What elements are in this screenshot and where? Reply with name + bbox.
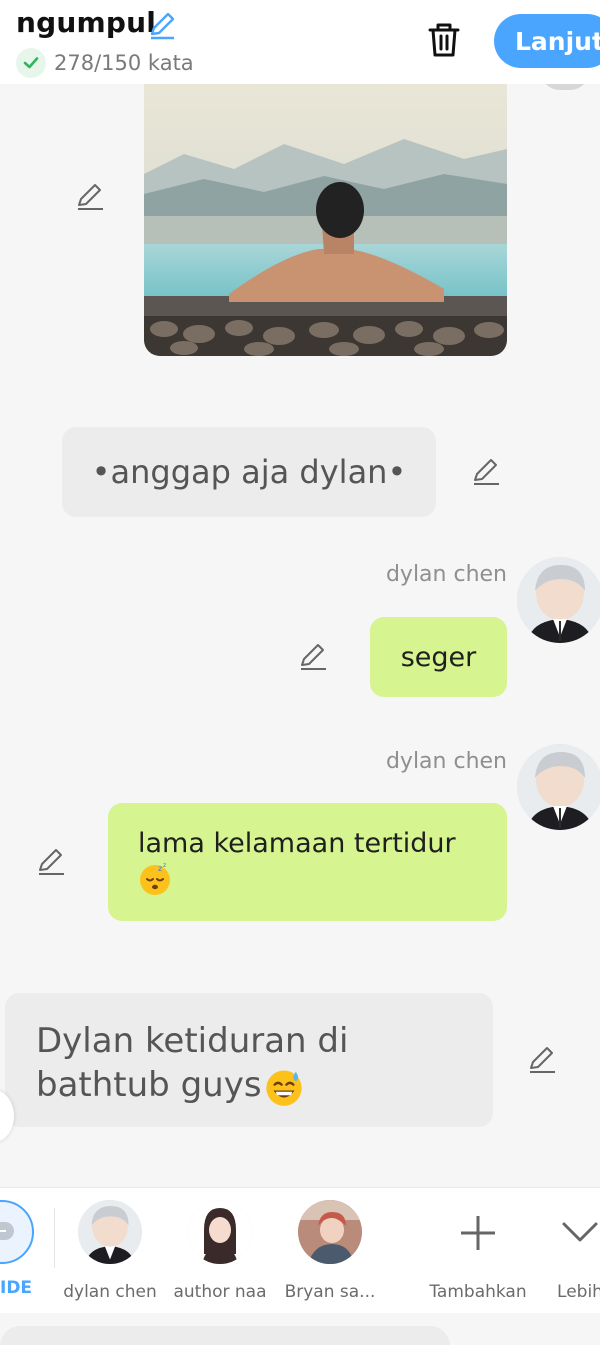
edit-icon[interactable]: [74, 181, 106, 213]
word-count: 278/150 kata: [16, 48, 194, 78]
more-button[interactable]: Lebih: [525, 1200, 600, 1302]
message-text: seger: [400, 641, 477, 673]
edit-icon[interactable]: [526, 1044, 558, 1076]
chevron-down-icon: [562, 1222, 598, 1242]
story-chat-editor: ngumpul 278/150 kata Lanjut •anggap aja …: [0, 0, 600, 1345]
story-title[interactable]: ngumpul: [16, 6, 156, 39]
trash-icon[interactable]: [424, 20, 464, 60]
svg-text:z: z: [158, 864, 162, 873]
edit-icon[interactable]: [35, 846, 67, 878]
message-bubble[interactable]: seger: [370, 617, 507, 697]
add-character-button[interactable]: Tambahkan: [423, 1200, 533, 1302]
avatar[interactable]: [517, 557, 600, 643]
more-label: Lebih: [557, 1282, 600, 1302]
sleeping-face-icon: z z: [140, 862, 170, 895]
chat-icon: [0, 1222, 14, 1240]
message-text: lama kelamaan tertidur: [138, 828, 456, 859]
guide-label: IDE: [0, 1278, 33, 1298]
message-input[interactable]: [0, 1326, 450, 1345]
edit-icon[interactable]: [297, 641, 329, 673]
sender-name: dylan chen: [385, 562, 507, 587]
character-item[interactable]: Bryan sa...: [275, 1200, 385, 1302]
plus-icon: [461, 1216, 495, 1250]
svg-text:z: z: [163, 862, 166, 869]
guide-button[interactable]: [0, 1200, 34, 1264]
character-name: author naa: [173, 1282, 267, 1302]
sender-name: dylan chen: [385, 749, 507, 774]
character-item[interactable]: author naa: [165, 1200, 275, 1302]
avatar[interactable]: [517, 744, 600, 830]
message-bubble[interactable]: lama kelamaan tertidur z z: [108, 803, 507, 921]
avatar: [188, 1200, 252, 1264]
character-bar: IDE dylan chen author naa Bryan sa... Ta…: [0, 1187, 600, 1314]
avatar: [78, 1200, 142, 1264]
character-item[interactable]: dylan chen: [55, 1200, 165, 1302]
check-icon: [16, 48, 46, 78]
next-button[interactable]: Lanjut: [494, 14, 600, 68]
image-message[interactable]: [144, 84, 507, 356]
top-bar: ngumpul 278/150 kata Lanjut: [0, 0, 600, 84]
bathtub-photo: [144, 84, 507, 356]
add-label: Tambahkan: [429, 1282, 527, 1302]
edit-icon[interactable]: [470, 456, 502, 488]
character-name: Bryan sa...: [284, 1282, 376, 1302]
narration-bubble[interactable]: Dylan ketiduran di bathtub guys: [5, 993, 493, 1127]
narration-bubble[interactable]: •anggap aja dylan•: [62, 427, 436, 517]
pencil-icon[interactable]: [146, 10, 178, 42]
grinning-sweat-icon: [265, 1070, 302, 1106]
character-name: dylan chen: [63, 1282, 157, 1302]
narration-text: •anggap aja dylan•: [91, 453, 407, 491]
avatar: [298, 1200, 362, 1264]
word-count-text: 278/150 kata: [54, 51, 194, 75]
